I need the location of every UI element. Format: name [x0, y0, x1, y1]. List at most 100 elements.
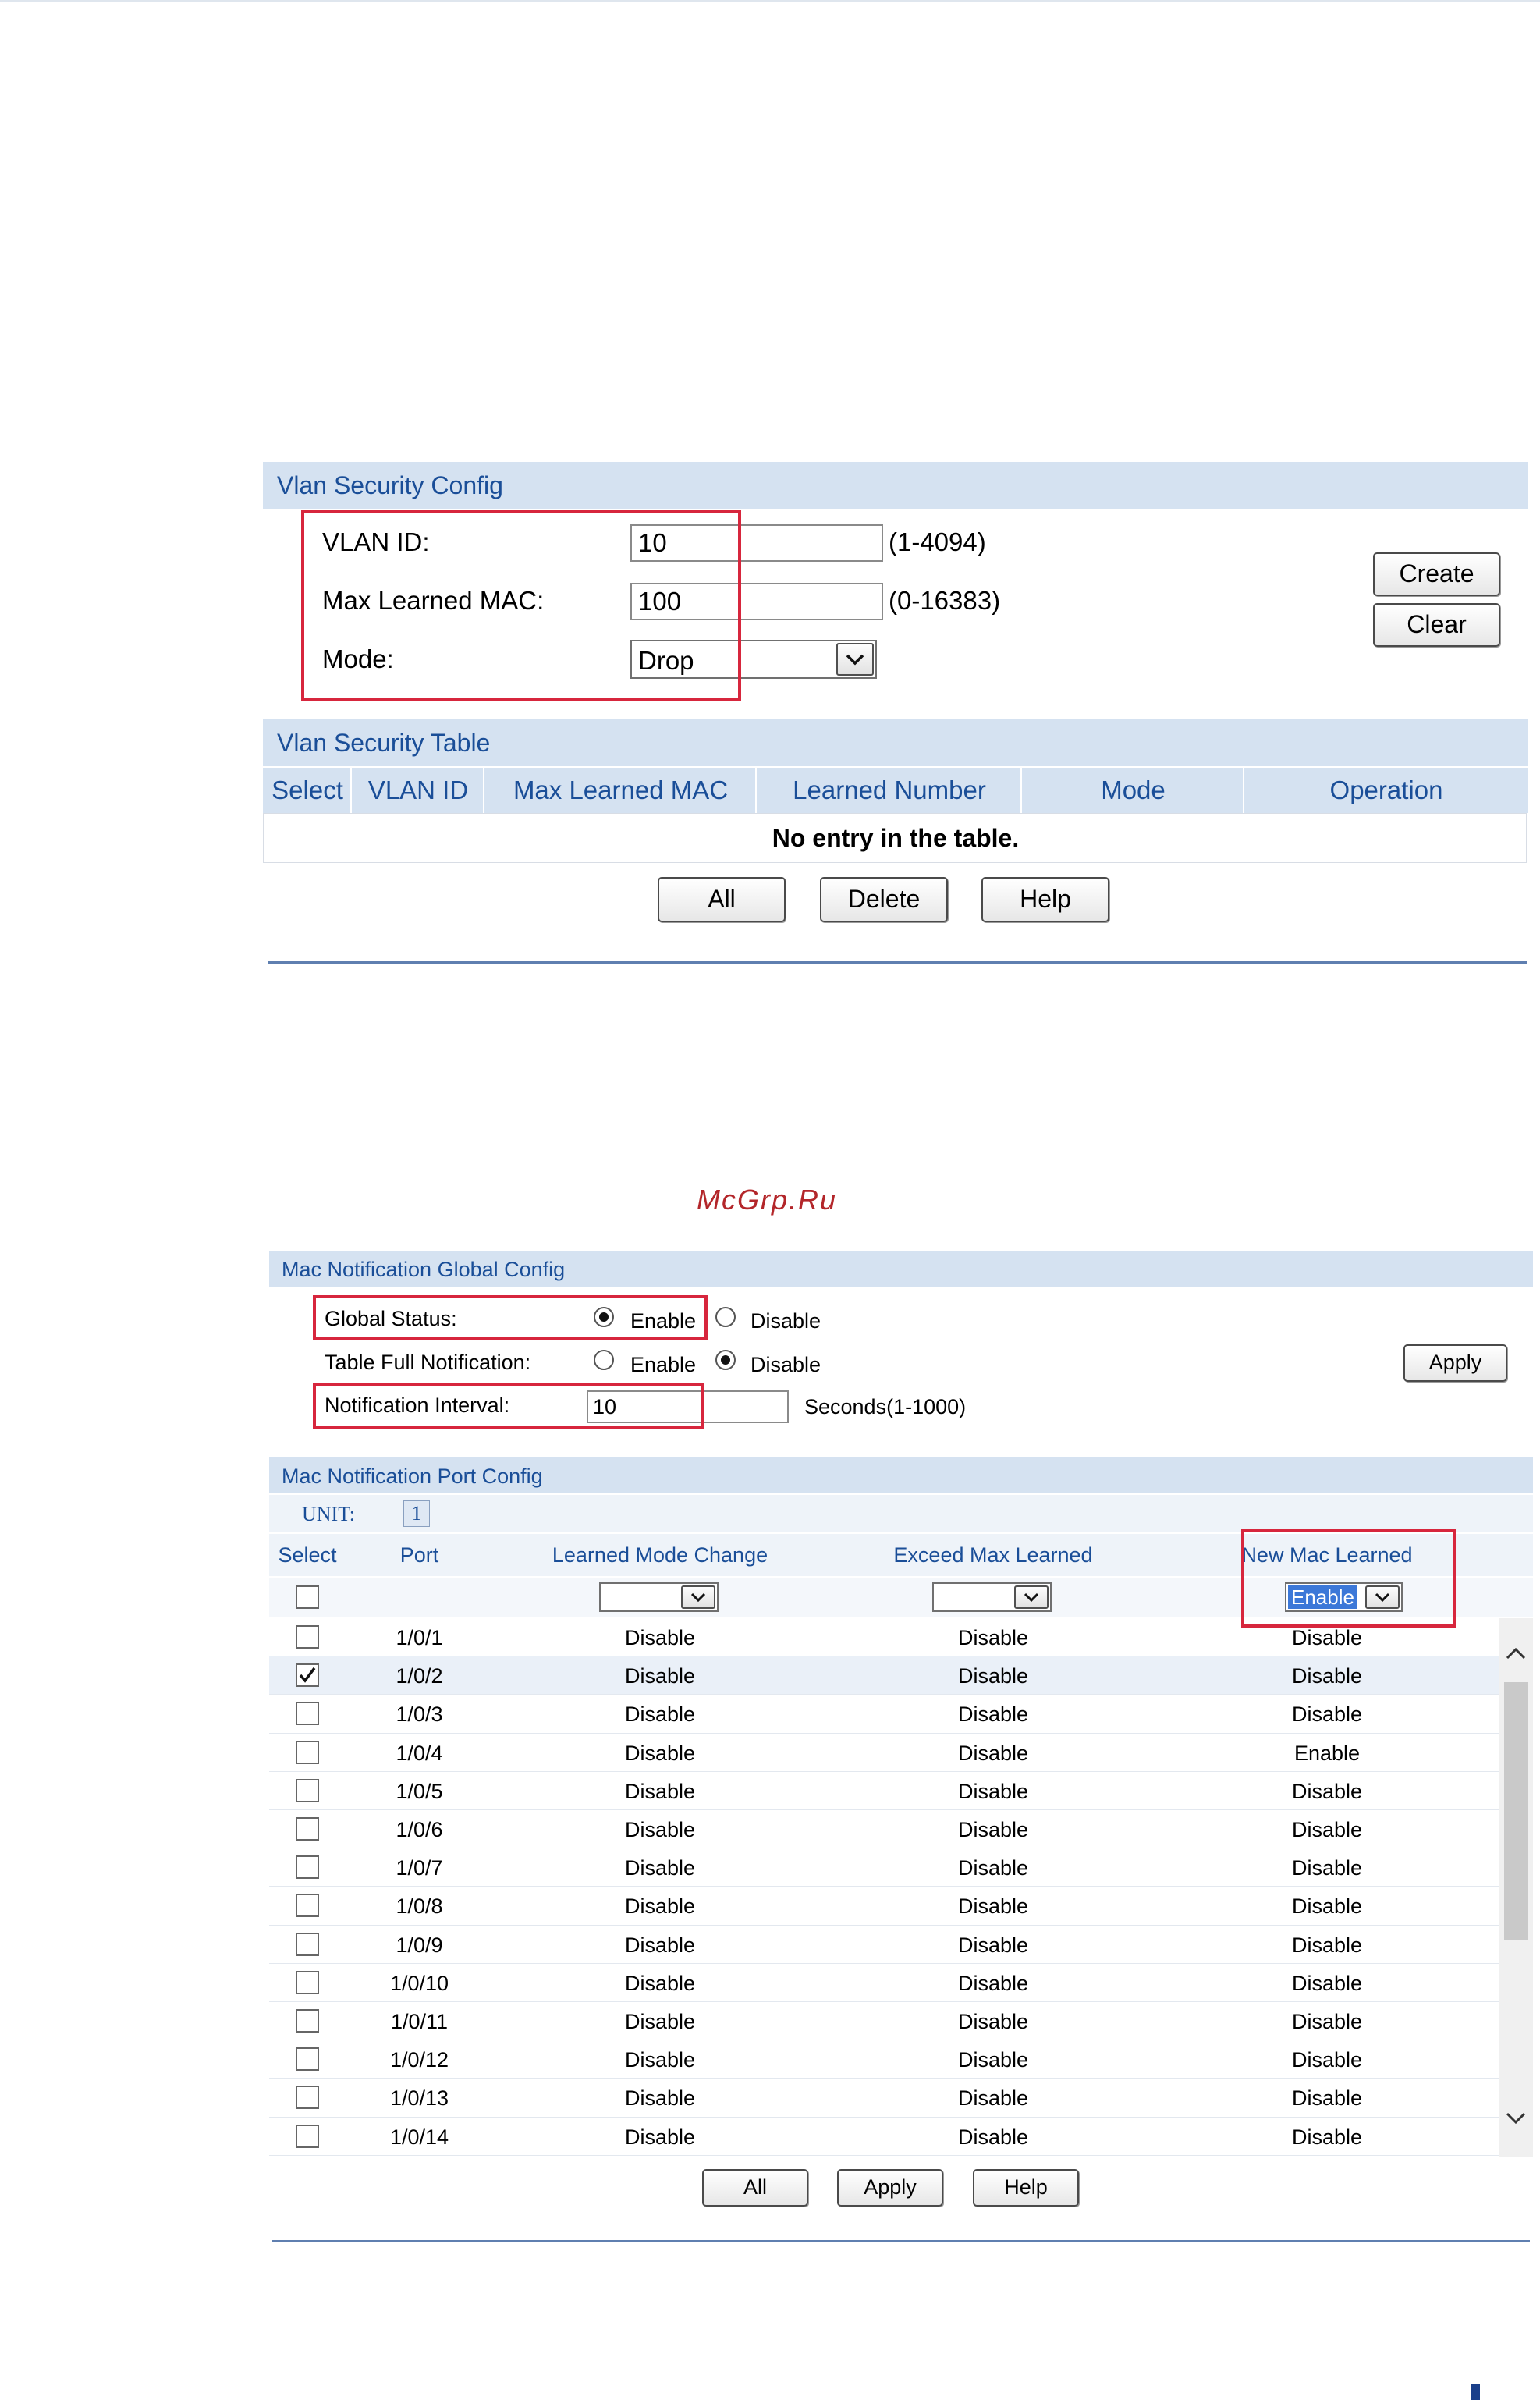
new-mac-learned-cell: Disable — [1291, 1818, 1363, 1841]
port-cell: 1/0/2 — [396, 1664, 443, 1688]
new-mac-learned-cell: Disable — [1291, 2125, 1363, 2149]
exceed-max-learned-cell: Disable — [957, 2048, 1029, 2072]
chevron-down-icon[interactable] — [681, 1585, 715, 1609]
learned-mode-change-cell: Disable — [624, 1933, 696, 1957]
row-select-checkbox[interactable] — [296, 1932, 319, 1956]
row-select-checkbox[interactable] — [296, 1702, 319, 1726]
global-apply-button[interactable]: Apply — [1403, 1344, 1507, 1382]
exceed-max-learned-cell: Disable — [957, 2086, 1029, 2111]
mac-notification-global-title: Mac Notification Global Config — [282, 1258, 566, 1281]
clear-button[interactable]: Clear — [1373, 603, 1500, 647]
port-cell: 1/0/14 — [389, 2125, 449, 2149]
exceed-max-learned-cell: Disable — [957, 1933, 1029, 1957]
row-select-checkbox[interactable] — [296, 1970, 319, 1994]
delete-button[interactable]: Delete — [820, 877, 948, 922]
table-row[interactable]: 1/0/6 Disable Disable Disable — [269, 1810, 1499, 1849]
select-all-button[interactable]: All — [658, 877, 786, 922]
table-row[interactable]: 1/0/7 Disable Disable Disable — [269, 1848, 1499, 1887]
exceed-max-learned-cell: Disable — [957, 1741, 1029, 1765]
learned-mode-change-cell: Disable — [624, 1626, 696, 1649]
global-status-disable-radio[interactable] — [715, 1307, 736, 1327]
port-table-scrollbar[interactable] — [1499, 1618, 1533, 2157]
port-cell: 1/0/10 — [389, 1971, 449, 1995]
learned-mode-change-cell: Disable — [624, 1971, 696, 1995]
port-cell: 1/0/1 — [396, 1626, 443, 1649]
vlan-security-table-body: No entry in the table. — [263, 813, 1527, 863]
exceed-max-learned-filter-select[interactable] — [932, 1582, 1052, 1612]
column-header-operation: Operation — [1329, 776, 1443, 804]
learned-mode-change-cell: Disable — [624, 1664, 696, 1688]
table-row[interactable]: 1/0/1 Disable Disable Disable — [269, 1618, 1499, 1657]
table-row[interactable]: 1/0/14 Disable Disable Disable — [269, 2118, 1499, 2156]
table-row[interactable]: 1/0/4 Disable Disable Enable — [269, 1734, 1499, 1772]
select-all-ports-button[interactable]: All — [702, 2169, 808, 2207]
column-header-max-learned-mac: Max Learned MAC — [513, 776, 729, 804]
learned-mode-change-cell: Disable — [624, 2086, 696, 2111]
max-learned-mac-range: (0-16383) — [889, 586, 1001, 615]
learned-mode-change-cell: Disable — [624, 2010, 696, 2033]
learned-mode-change-cell: Disable — [624, 1741, 696, 1765]
new-mac-learned-cell: Disable — [1291, 1894, 1363, 1919]
chevron-down-icon[interactable] — [1014, 1585, 1049, 1609]
new-mac-learned-cell: Disable — [1291, 1779, 1363, 1803]
new-mac-learned-cell: Disable — [1291, 1971, 1363, 1995]
new-mac-learned-cell: Disable — [1291, 2010, 1363, 2033]
table-row[interactable]: 1/0/10 Disable Disable Disable — [269, 1964, 1499, 2002]
table-row[interactable]: 1/0/2 Disable Disable Disable — [269, 1656, 1499, 1695]
mac-notification-global-header: Mac Notification Global Config — [269, 1251, 1533, 1287]
port-apply-button[interactable]: Apply — [837, 2169, 943, 2207]
row-select-checkbox[interactable] — [296, 1625, 319, 1649]
create-button[interactable]: Create — [1373, 552, 1500, 596]
new-mac-learned-cell: Disable — [1291, 1933, 1363, 1957]
watermark-text: McGrp.Ru — [697, 1184, 838, 1216]
exceed-max-learned-cell: Disable — [957, 1664, 1029, 1688]
port-cell: 1/0/7 — [396, 1856, 443, 1880]
highlight-notification-interval — [313, 1383, 704, 1429]
row-select-checkbox[interactable] — [296, 1817, 319, 1841]
row-select-checkbox[interactable] — [296, 1855, 319, 1880]
table-row[interactable]: 1/0/12 Disable Disable Disable — [269, 2040, 1499, 2079]
chevron-down-icon[interactable] — [836, 643, 874, 676]
exceed-max-learned-cell: Disable — [957, 1856, 1029, 1880]
table-full-disable-label: Disable — [750, 1353, 821, 1376]
exceed-max-learned-cell: Disable — [957, 2010, 1029, 2033]
table-row[interactable]: 1/0/11 Disable Disable Disable — [269, 2002, 1499, 2041]
column-header-port: Port — [399, 1543, 439, 1567]
table-row[interactable]: 1/0/13 Disable Disable Disable — [269, 2079, 1499, 2118]
row-select-checkbox[interactable] — [296, 1778, 319, 1802]
row-select-checkbox[interactable] — [296, 1663, 319, 1688]
mac-notification-port-title: Mac Notification Port Config — [282, 1464, 543, 1488]
row-select-checkbox[interactable] — [296, 1894, 319, 1918]
table-row[interactable]: 1/0/3 Disable Disable Disable — [269, 1695, 1499, 1734]
table-row[interactable]: 1/0/8 Disable Disable Disable — [269, 1887, 1499, 1926]
table-row[interactable]: 1/0/5 Disable Disable Disable — [269, 1772, 1499, 1810]
row-select-checkbox[interactable] — [296, 2124, 319, 2148]
column-header-vlan-id: VLAN ID — [367, 776, 469, 804]
row-select-checkbox[interactable] — [296, 2009, 319, 2033]
unit-bar: UNIT: 1 — [269, 1495, 1533, 1532]
scroll-up-icon[interactable] — [1505, 1646, 1527, 1664]
unit-selector[interactable]: 1 — [403, 1500, 430, 1527]
unit-label: UNIT: — [302, 1503, 356, 1525]
help-button[interactable]: Help — [981, 877, 1109, 922]
table-row[interactable]: 1/0/9 Disable Disable Disable — [269, 1926, 1499, 1964]
table-full-enable-radio[interactable] — [594, 1350, 614, 1370]
port-help-button[interactable]: Help — [973, 2169, 1079, 2207]
scroll-down-icon[interactable] — [1505, 2111, 1527, 2129]
scrollbar-thumb[interactable] — [1504, 1682, 1528, 1940]
port-cell: 1/0/11 — [390, 2010, 449, 2033]
learned-mode-change-filter-select[interactable] — [599, 1582, 719, 1612]
table-full-disable-radio[interactable] — [715, 1350, 736, 1370]
column-header-learned-number: Learned Number — [793, 776, 986, 804]
vlan-security-table-header: Vlan Security Table — [263, 719, 1528, 766]
select-all-checkbox[interactable] — [296, 1585, 319, 1609]
vlan-id-range: (1-4094) — [889, 527, 986, 556]
exceed-max-learned-cell: Disable — [957, 1818, 1029, 1841]
row-select-checkbox[interactable] — [296, 2047, 319, 2072]
row-select-checkbox[interactable] — [296, 1740, 319, 1764]
column-header-learned-mode-change: Learned Mode Change — [552, 1543, 768, 1567]
row-select-checkbox[interactable] — [296, 2086, 319, 2110]
learned-mode-change-cell: Disable — [624, 1818, 696, 1841]
learned-mode-change-cell: Disable — [624, 1779, 696, 1803]
column-header-exceed-max-learned: Exceed Max Learned — [893, 1543, 1093, 1567]
